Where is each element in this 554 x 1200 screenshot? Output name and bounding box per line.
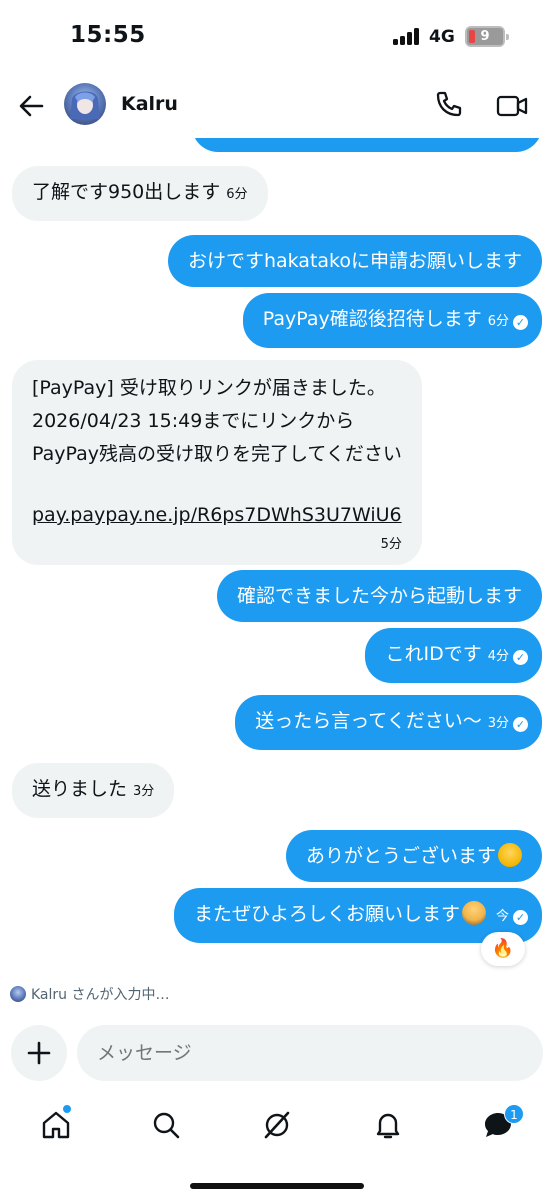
message-text: ありがとうございます xyxy=(305,845,496,867)
message-bubble-incoming-paypay[interactable]: [PayPay] 受け取りリンクが届きました。 2026/04/23 15:49… xyxy=(12,360,422,565)
message-bubble-outgoing[interactable]: これIDです 4分 ✓ xyxy=(365,628,542,683)
message-time: 6分 xyxy=(487,314,509,329)
message-bubble-outgoing[interactable]: ありがとうございます xyxy=(285,830,542,882)
read-check-icon: ✓ xyxy=(513,717,528,732)
read-check-icon: ✓ xyxy=(513,910,528,925)
bowing-person-emoji xyxy=(461,901,486,925)
message-text: 了解です950出します xyxy=(32,181,221,203)
message-time: 3分 xyxy=(133,784,155,799)
read-check-icon: ✓ xyxy=(513,650,528,665)
avatar-image xyxy=(70,91,100,119)
paypay-link[interactable]: pay.paypay.ne.jp/R6ps7DWhS3U7WiU6 xyxy=(32,499,402,532)
message-bubble-incoming[interactable]: 送りました 3分 xyxy=(12,763,175,818)
bottom-nav xyxy=(0,1100,554,1160)
fire-reaction[interactable]: 🔥 xyxy=(481,932,525,966)
loudly-crying-face-emoji xyxy=(498,843,522,867)
typing-text: Kalru さんが入力中… xyxy=(31,987,170,1003)
message-bubble-outgoing[interactable]: 確認できました今から起動します xyxy=(216,570,542,622)
message-text: おけですhakatakoに申請お願いします xyxy=(187,250,522,272)
back-arrow-icon[interactable] xyxy=(17,92,45,120)
message-line: 2026/04/23 15:49までにリンクから xyxy=(32,410,355,432)
typing-indicator: Kalru さんが入力中… xyxy=(10,984,169,1004)
message-time: 6分 xyxy=(226,187,248,202)
message-bubble-outgoing[interactable]: PayPay確認後招待します 6分 ✓ xyxy=(242,293,542,348)
message-text: 送りました xyxy=(32,778,128,800)
home-indicator xyxy=(190,1183,364,1189)
phone-icon[interactable] xyxy=(433,90,463,120)
plus-icon xyxy=(27,1041,51,1065)
message-text: PayPay確認後招待します xyxy=(262,308,482,330)
home-badge-dot xyxy=(62,1104,72,1114)
message-input[interactable] xyxy=(77,1025,543,1081)
message-text: またぜひよろしくお願いします xyxy=(193,903,460,925)
search-icon[interactable] xyxy=(149,1108,183,1142)
fire-emoji: 🔥 xyxy=(491,938,515,959)
message-list[interactable]: 了解です950出します 6分 おけですhakatakoに申請お願いします PayP… xyxy=(0,0,554,1200)
message-bubble-outgoing[interactable]: 送ったら言ってください〜 3分 ✓ xyxy=(235,695,542,750)
message-text: これIDです xyxy=(385,643,482,665)
chat-header: Kalru xyxy=(0,72,554,138)
video-call-icon[interactable] xyxy=(496,92,528,120)
message-time: 今 xyxy=(495,909,509,924)
message-line: PayPay残高の受け取りを完了してください xyxy=(32,443,402,465)
add-media-button[interactable] xyxy=(11,1025,67,1081)
message-time: 5分 xyxy=(380,537,402,552)
notifications-icon[interactable] xyxy=(371,1108,405,1142)
message-text: 確認できました今から起動します xyxy=(236,585,522,607)
message-bubble-incoming[interactable]: 了解です950出します 6分 xyxy=(12,166,268,221)
message-time: 4分 xyxy=(487,649,509,664)
message-text: 送ったら言ってください〜 xyxy=(255,710,482,732)
message-time: 3分 xyxy=(487,716,509,731)
contact-name[interactable]: Kalru xyxy=(121,93,178,115)
message-bubble-outgoing[interactable]: おけですhakatakoに申請お願いします xyxy=(167,235,542,287)
grok-icon[interactable] xyxy=(260,1108,294,1142)
message-line: [PayPay] 受け取りリンクが届きました。 xyxy=(32,377,386,399)
read-check-icon: ✓ xyxy=(513,315,528,330)
avatar[interactable] xyxy=(64,83,106,125)
typing-avatar xyxy=(10,986,26,1002)
messages-badge: 1 xyxy=(504,1104,524,1124)
